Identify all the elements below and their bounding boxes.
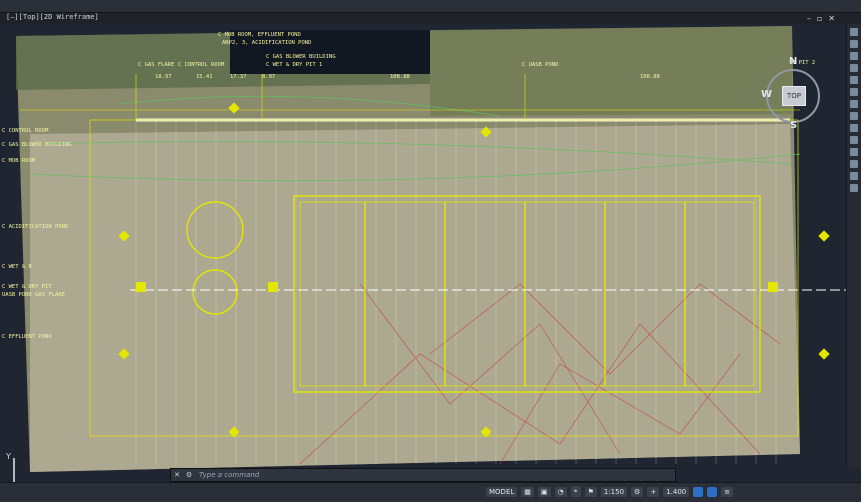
osnap-toggle-icon[interactable]: ⌖ [570,486,581,497]
command-line[interactable]: ✕ ⚙ Type a command [170,468,676,482]
grid-icon[interactable] [850,124,858,132]
ortho-icon[interactable] [850,136,858,144]
left-label-wet-b: C WET & B [2,264,32,270]
workspace-gear-icon[interactable]: ⚙ [631,486,644,497]
dim-6: 108.88 [640,74,660,80]
measure-icon[interactable] [850,100,858,108]
dim-4: 8.97 [262,74,275,80]
add-icon[interactable]: + [647,486,660,497]
command-customize-icon[interactable]: ⚙ [183,471,195,479]
dim-2: 15.41 [196,74,213,80]
status-bar: MODEL ▦ ▣ ◔ ⌖ ⚑ 1:150 ⚙ + 1.400 ≡ [0,482,861,502]
label-uasb-pond: C UASB POND [522,62,558,68]
label-top-ponds: C MOB ROOM, EFFLUENT POND [218,32,301,38]
aerial-field [430,26,792,116]
label-wet-dry-pit: C WET & DRY PIT 1 [266,62,322,68]
compass-south[interactable]: S [790,120,797,131]
customization-menu-icon[interactable]: ≡ [721,486,734,497]
left-label-acidification: C ACIDIFICATION POND [2,224,68,230]
model-space-button[interactable]: MODEL [486,486,518,497]
left-label-effluent: C EFFLUENT POND [2,334,52,340]
compass-north[interactable]: N [789,56,797,67]
label-gas-blower-top: C GAS BLOWER BUILDING [266,54,336,60]
left-label-wet-dry: C WET & DRY PIT [2,284,52,290]
dim-3: 17.37 [230,74,247,80]
zoom-icon[interactable] [850,40,858,48]
left-label-control-room: C CONTROL ROOM [2,128,49,134]
layer-icon[interactable] [850,76,858,84]
properties-icon[interactable] [850,88,858,96]
otrack-icon[interactable] [850,172,858,180]
lineweight-icon[interactable] [850,184,858,192]
orbit-icon[interactable] [850,52,858,60]
grid-toggle-icon[interactable]: ▦ [521,486,534,497]
polar-toggle-icon[interactable]: ◔ [554,486,567,497]
close-button[interactable]: ✕ [828,14,835,23]
label-top-ponds-2: ANP2, 3, ACIDIFICATION POND [222,40,311,46]
dim-1: 18.97 [155,74,172,80]
viewport-label[interactable]: [–][Top][2D Wireframe] [6,12,99,22]
osnap-icon[interactable] [850,160,858,168]
pan-icon[interactable] [850,28,858,36]
compass-west[interactable]: W [761,89,772,100]
status-items: MODEL ▦ ▣ ◔ ⌖ ⚑ 1:150 ⚙ + 1.400 ≡ [486,486,734,497]
right-toolbar [846,24,861,468]
viewcube-top-face[interactable]: TOP [782,86,806,106]
command-input[interactable]: Type a command [195,471,259,479]
command-close-icon[interactable]: ✕ [171,471,183,479]
title-bar [0,0,861,13]
label-control-room: C CONTROL ROOM [178,62,225,68]
ucs-y-label: Y [6,452,11,461]
restore-button[interactable]: ▫ [817,14,822,23]
drawing-svg: C MOB ROOM, EFFLUENT POND ANP2, 3, ACIDI… [2,26,846,472]
showmotion-icon[interactable] [850,64,858,72]
left-label-mob-room: C MOB ROOM [2,158,36,164]
annotation-visibility-icon[interactable]: ⚑ [584,486,597,497]
dim-5: 108.88 [390,74,410,80]
annotation-scale-button[interactable]: 1:150 [600,486,628,497]
hardware-acceleration-icon[interactable] [707,486,718,497]
label-gas-flare: C GAS FLARE [138,62,174,68]
polar-icon[interactable] [850,148,858,156]
snap-icon[interactable] [850,112,858,120]
left-label-gas-blower: C GAS BLOWER BUILDING [2,142,72,148]
minimize-button[interactable]: – [807,14,811,23]
isolate-objects-icon[interactable] [693,486,704,497]
viewcube[interactable]: N W S TOP [760,56,824,140]
snap-toggle-icon[interactable]: ▣ [537,486,551,497]
zoom-level-readout[interactable]: 1.400 [663,486,690,497]
viewport-window-controls: – ▫ ✕ [807,14,835,23]
drawing-canvas[interactable]: C MOB ROOM, EFFLUENT POND ANP2, 3, ACIDI… [0,24,861,491]
left-label-uasb-flare: UASB POND GAS FLARE [2,292,65,298]
